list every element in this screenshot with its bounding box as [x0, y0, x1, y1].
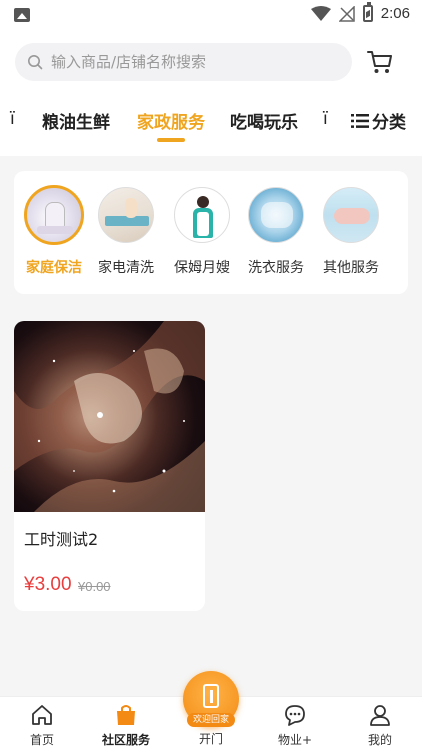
- subcategory-label: 其他服务: [323, 260, 379, 276]
- laundry-photo: [248, 187, 304, 243]
- nebula-image: [14, 321, 205, 512]
- product-price: ¥3.00: [24, 574, 72, 595]
- door-icon: [203, 684, 219, 708]
- tab-food-fun[interactable]: 吃喝玩乐: [230, 108, 298, 133]
- category-button[interactable]: 分类: [351, 108, 406, 133]
- nav-community-service-label: 社区服务: [101, 733, 150, 747]
- search-input[interactable]: [51, 53, 331, 71]
- home-icon: [32, 705, 52, 725]
- nav-property-label: 物业+: [277, 733, 313, 747]
- nav-mine-label: 我的: [367, 733, 392, 747]
- wifi-icon: [310, 5, 331, 21]
- nanny-photo: [174, 187, 230, 243]
- subcategory-other[interactable]: 其他服务: [316, 187, 386, 277]
- battery-charging-icon: [362, 2, 373, 22]
- tab-housekeeping[interactable]: 家政服务: [137, 108, 205, 133]
- active-tab-indicator: [157, 138, 185, 142]
- subcategory-label: 洗衣服务: [248, 260, 304, 276]
- subcategory-nanny[interactable]: 保姆月嫂: [167, 187, 237, 277]
- subcategory-appliance-cleaning[interactable]: 家电清洗: [91, 187, 161, 277]
- subcategory-label: 家电清洗: [98, 260, 154, 276]
- user-icon: [370, 705, 390, 726]
- subcategory-home-cleaning[interactable]: 家庭保洁: [19, 185, 89, 277]
- list-icon: [351, 113, 369, 128]
- category-label: 分类: [372, 113, 406, 133]
- search-icon: [28, 55, 43, 70]
- category-tabs: ï 粮油生鲜 家政服务 吃喝玩乐 ï 分类: [0, 108, 422, 148]
- tab-partial-right[interactable]: ï: [323, 109, 328, 129]
- product-card[interactable]: 工时测试2 ¥3.00 ¥0.00: [14, 321, 205, 611]
- cart-icon[interactable]: [366, 48, 394, 76]
- subcategory-label: 家庭保洁: [26, 260, 82, 276]
- tab-partial-left[interactable]: ï: [10, 109, 15, 129]
- shopping-bag-icon: [117, 705, 135, 725]
- cleaning-photo: [24, 185, 84, 245]
- status-icons: 2:06: [310, 2, 410, 22]
- tab-grain-fresh[interactable]: 粮油生鲜: [42, 108, 110, 133]
- other-service-photo: [323, 187, 379, 243]
- nav-mine[interactable]: 我的: [340, 703, 420, 748]
- gallery-icon: [14, 8, 30, 22]
- status-bar: 2:06: [0, 0, 422, 32]
- chat-icon: [285, 705, 305, 726]
- header: ï 粮油生鲜 家政服务 吃喝玩乐 ï 分类: [0, 32, 422, 156]
- open-door-label: 开门: [198, 732, 223, 746]
- status-time: 2:06: [380, 5, 410, 22]
- nav-community-service[interactable]: 社区服务: [86, 703, 166, 748]
- product-name: 工时测试2: [24, 530, 99, 549]
- subcategory-laundry[interactable]: 洗衣服务: [241, 187, 311, 277]
- nav-home-label: 首页: [29, 733, 54, 747]
- subcategory-label: 保姆月嫂: [174, 260, 230, 276]
- no-signal-icon: [338, 5, 355, 22]
- product-original-price: ¥0.00: [78, 579, 111, 594]
- nav-property[interactable]: 物业+: [255, 703, 335, 748]
- search-bar[interactable]: [15, 43, 352, 81]
- nav-home[interactable]: 首页: [2, 703, 82, 748]
- welcome-badge: 欢迎回家: [187, 713, 235, 727]
- appliance-photo: [98, 187, 154, 243]
- subcategory-card: 家庭保洁 家电清洗 保姆月嫂 洗衣服务 其他服务: [14, 171, 408, 294]
